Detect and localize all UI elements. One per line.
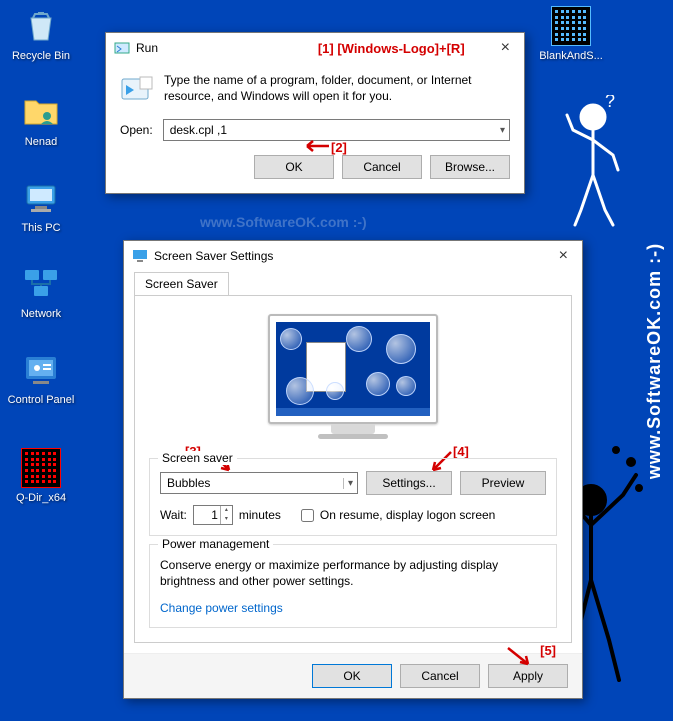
desktop-icon-label: This PC [6,222,76,234]
desktop-icon-network[interactable]: Network [6,264,76,320]
screensaver-select-value: Bubbles [167,476,210,490]
user-folder-icon [21,92,61,132]
run-open-label: Open: [120,123,153,137]
decorative-figure-thinking: ? [543,95,633,235]
screensaver-group: Screen saver Bubbles ▾ Settings... Previ… [149,458,557,536]
ss-apply-button[interactable]: Apply [488,664,568,688]
annotation-1: [1] [Windows-Logo]+[R] [318,41,465,56]
run-title: Run [136,41,318,55]
wait-minutes-label: minutes [239,508,281,522]
screensaver-dialog: Screen Saver Settings × Screen Saver [3]… [123,240,583,699]
desktop-icon-blankands[interactable]: BlankAndS... [536,6,606,62]
run-browse-button[interactable]: Browse... [430,155,510,179]
recycle-bin-icon [21,6,61,46]
desktop-icon-label: Network [6,308,76,320]
spin-down-icon[interactable]: ▾ [220,515,232,524]
monitor-icon [132,248,148,264]
run-open-value: desk.cpl ,1 [170,123,227,137]
spin-up-icon[interactable]: ▴ [220,506,232,515]
pm-group-label: Power management [158,537,273,551]
annotation-4: [4] [453,444,469,459]
desktop-icon-label: Control Panel [6,394,76,406]
network-icon [21,264,61,304]
qdir-icon [21,448,61,488]
change-power-settings-link[interactable]: Change power settings [160,601,283,615]
desktop-icon-label: Q-Dir_x64 [6,492,76,504]
on-resume-label: On resume, display logon screen [320,508,495,522]
preview-button[interactable]: Preview [460,471,546,495]
settings-button[interactable]: Settings... [366,471,452,495]
desktop-icon-recycle-bin[interactable]: Recycle Bin [6,6,76,62]
desktop-icon-this-pc[interactable]: This PC [6,178,76,234]
wait-spinner[interactable]: 1 ▴▾ [193,505,233,525]
screensaver-group-label: Screen saver [158,451,237,465]
this-pc-icon [21,178,61,218]
run-program-icon [120,73,154,107]
ss-ok-button[interactable]: OK [312,664,392,688]
run-titlebar[interactable]: Run [1] [Windows-Logo]+[R] × [106,33,524,63]
desktop-icon-label: Nenad [6,136,76,148]
desktop-icon-control-panel[interactable]: Control Panel [6,350,76,406]
desktop-icon-label: BlankAndS... [536,50,606,62]
ss-cancel-button[interactable]: Cancel [400,664,480,688]
close-icon[interactable]: × [553,247,574,265]
desktop-icon-label: Recycle Bin [6,50,76,62]
desktop-icon-qdir[interactable]: Q-Dir_x64 [6,448,76,504]
power-management-group: Power management Conserve energy or maxi… [149,544,557,628]
watermark-faint: www.SoftwareOK.com :-) [200,214,367,230]
run-dialog: Run [1] [Windows-Logo]+[R] × Type the na… [105,32,525,194]
desktop-icon-nenad[interactable]: Nenad [6,92,76,148]
screensaver-select[interactable]: Bubbles ▾ [160,472,358,494]
svg-text:?: ? [605,95,615,111]
pm-text: Conserve energy or maximize performance … [160,557,546,589]
chevron-down-icon[interactable]: ▾ [500,125,505,136]
tab-screensaver[interactable]: Screen Saver [134,272,229,296]
ss-titlebar[interactable]: Screen Saver Settings × [124,241,582,271]
screensaver-preview-monitor [258,314,448,444]
ss-title: Screen Saver Settings [154,249,553,263]
chevron-down-icon[interactable]: ▾ [343,478,353,489]
run-cancel-button[interactable]: Cancel [342,155,422,179]
close-icon[interactable]: × [495,39,516,57]
run-window-icon [114,40,130,56]
on-resume-checkbox[interactable] [301,509,314,522]
control-panel-icon [21,350,61,390]
run-ok-button[interactable]: OK [254,155,334,179]
wait-label: Wait: [160,508,187,522]
run-hint-text: Type the name of a program, folder, docu… [164,73,510,104]
blankands-icon [551,6,591,46]
run-open-input[interactable]: desk.cpl ,1 ▾ [163,119,510,141]
